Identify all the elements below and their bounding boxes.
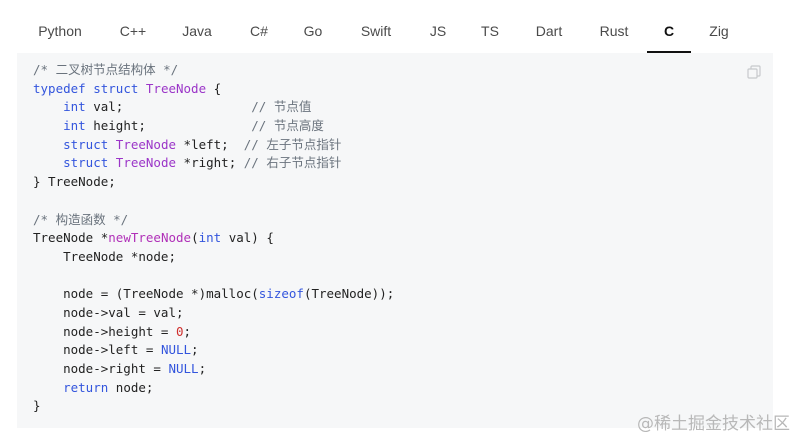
code-token: sizeof: [258, 286, 304, 302]
tab-python[interactable]: Python: [17, 10, 103, 53]
code-token: TreeNode *: [33, 230, 109, 246]
code-line: /* 二叉树节点结构体 */: [33, 61, 394, 80]
tab-js[interactable]: JS: [413, 10, 463, 53]
tab-ts[interactable]: TS: [463, 10, 517, 53]
tab-swift[interactable]: Swift: [339, 10, 413, 53]
code-block: /* 二叉树节点结构体 */typedef struct TreeNode { …: [17, 53, 773, 428]
code-token: TreeNode: [145, 80, 207, 96]
code-line: node->val = val;: [33, 304, 394, 323]
code-line: TreeNode *newTreeNode(int val) {: [33, 229, 394, 248]
code-token: // 右子节点指针: [243, 155, 342, 171]
code-line: }: [33, 397, 394, 416]
tab-cpp[interactable]: C++: [103, 10, 163, 53]
code-line: typedef struct TreeNode {: [33, 80, 394, 99]
tab-go[interactable]: Go: [287, 10, 339, 53]
code-line: node->height = 0;: [33, 323, 394, 342]
code-token: return: [63, 379, 109, 395]
tab-c[interactable]: C: [647, 10, 691, 53]
code-token: node->left =: [33, 342, 161, 358]
code-token: NULL: [160, 342, 192, 358]
code-token: // 左子节点指针: [243, 136, 342, 152]
tab-rust[interactable]: Rust: [581, 10, 647, 53]
tab-csharp[interactable]: C#: [231, 10, 287, 53]
code-token: node->right =: [33, 361, 169, 376]
code-token: ;: [183, 323, 192, 339]
code-token: struct: [63, 136, 109, 152]
code-line: struct TreeNode *left; // 左子节点指针: [33, 136, 394, 155]
code-token: /* 构造函数 */: [33, 211, 129, 227]
code-token: *right;: [176, 155, 244, 171]
code-token: int: [198, 230, 222, 246]
code-line: /* 构造函数 */: [33, 211, 394, 230]
copy-icon[interactable]: [747, 65, 761, 79]
code-line: return node;: [33, 379, 394, 398]
language-tabs: Python C++ Java C# Go Swift JS TS Dart R…: [17, 10, 773, 53]
code-token: struct: [63, 155, 109, 171]
code-line: int height; // 节点高度: [33, 117, 394, 136]
code-token: height;: [85, 118, 252, 134]
code-token: /* 二叉树节点结构体 */: [33, 62, 179, 77]
code-token: newTreeNode: [108, 230, 192, 246]
code-line: node->left = NULL;: [33, 341, 394, 360]
code-token: }: [33, 398, 41, 414]
watermark: @稀土掘金技术社区: [637, 414, 790, 434]
tab-dart[interactable]: Dart: [517, 10, 581, 53]
code-token: TreeNode: [115, 136, 177, 152]
code-token: TreeNode *node;: [33, 248, 176, 264]
code-line: node->right = NULL;: [33, 360, 394, 379]
code-token: TreeNode: [115, 155, 177, 171]
code-token: (: [191, 230, 199, 246]
code-token: *left;: [176, 136, 244, 152]
code-line: node = (TreeNode *)malloc(sizeof(TreeNod…: [33, 285, 394, 304]
code-token: val;: [85, 99, 252, 115]
code-line: int val; // 节点值: [33, 98, 394, 117]
code-line: } TreeNode;: [33, 173, 394, 192]
code-token: node->height =: [33, 323, 176, 339]
code-line: TreeNode *node;: [33, 248, 394, 267]
code-token: typedef: [33, 80, 86, 96]
code-token: (TreeNode));: [303, 286, 395, 302]
code-token: node = (TreeNode *)malloc(: [33, 286, 259, 302]
code-token: // 节点值: [251, 99, 312, 115]
code-token: int: [63, 99, 86, 115]
tab-zig[interactable]: Zig: [691, 10, 747, 53]
code-token: ;: [191, 342, 199, 358]
code-token: } TreeNode;: [33, 174, 116, 190]
code-token: node;: [108, 379, 154, 395]
code-token: node->val = val;: [33, 304, 184, 320]
code-token: val) {: [221, 230, 274, 246]
code-content: /* 二叉树节点结构体 */typedef struct TreeNode { …: [33, 61, 394, 416]
code-token: struct: [93, 80, 139, 96]
code-token: NULL: [168, 361, 199, 376]
code-token: ;: [198, 361, 207, 376]
code-line: struct TreeNode *right; // 右子节点指针: [33, 154, 394, 173]
code-token: int: [63, 118, 86, 134]
code-token: 0: [176, 323, 184, 339]
code-token: // 节点高度: [251, 118, 324, 134]
code-token: {: [206, 80, 222, 96]
tab-java[interactable]: Java: [163, 10, 231, 53]
